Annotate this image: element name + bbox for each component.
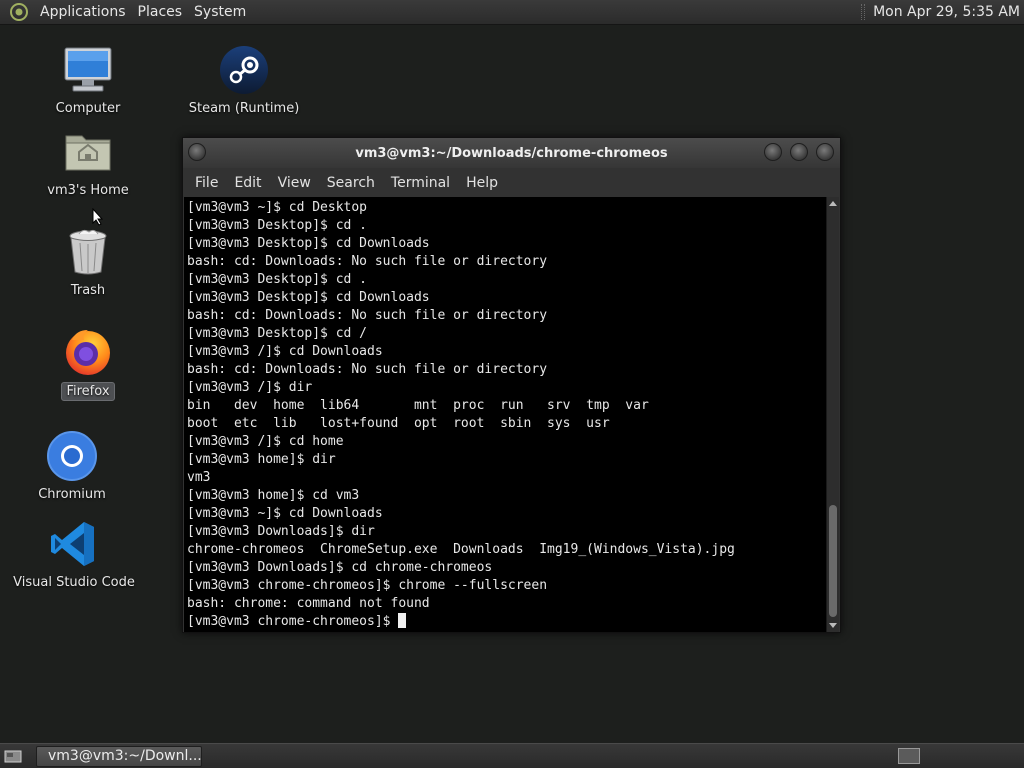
terminal-window[interactable]: vm3@vm3:~/Downloads/chrome-chromeos File… (182, 137, 841, 633)
workspace-switcher[interactable] (898, 748, 920, 764)
terminal-line: bash: cd: Downloads: No such file or dir… (187, 308, 548, 323)
terminal-line: [vm3@vm3 /]$ dir (187, 380, 313, 395)
show-desktop-icon (4, 750, 22, 763)
desktop-icon-computer[interactable]: Computer (28, 44, 148, 117)
terminal-line: bash: chrome: command not found (187, 596, 430, 611)
places-menu[interactable]: Places (132, 0, 189, 25)
maximize-button[interactable] (790, 143, 808, 161)
top-panel: Applications Places System Mon Apr 29, 5… (0, 0, 1024, 25)
terminal-prompt-line: [vm3@vm3 chrome-chromeos]$ (187, 613, 827, 631)
taskbar-terminal-button[interactable]: vm3@vm3:~/Downl... (36, 745, 202, 767)
desktop-icon-label: vm3's Home (47, 183, 129, 198)
terminal-line: boot etc lib lost+found opt root sbin sy… (187, 416, 610, 431)
terminal-line: [vm3@vm3 Desktop]$ cd . (187, 272, 368, 287)
menu-edit[interactable]: Edit (226, 175, 269, 191)
menu-help[interactable]: Help (458, 175, 506, 191)
distro-logo-icon[interactable] (8, 1, 30, 23)
terminal-line: [vm3@vm3 Downloads]$ cd chrome-chromeos (187, 560, 493, 575)
terminal-menubar: File Edit View Search Terminal Help (183, 168, 840, 197)
mouse-pointer-icon (92, 208, 104, 226)
terminal-line: [vm3@vm3 chrome-chromeos]$ chrome --full… (187, 578, 548, 593)
terminal-line: [vm3@vm3 /]$ cd home (187, 434, 344, 449)
terminal-line: [vm3@vm3 Desktop]$ cd . (187, 218, 368, 233)
terminal-line: [vm3@vm3 Desktop]$ cd Downloads (187, 290, 430, 305)
close-button[interactable] (816, 143, 834, 161)
terminal-line: [vm3@vm3 Desktop]$ cd Downloads (187, 236, 430, 251)
window-menu-button[interactable] (188, 143, 206, 161)
bottom-panel: vm3@vm3:~/Downl... (0, 743, 1024, 768)
terminal-line: bash: cd: Downloads: No such file or dir… (187, 254, 548, 269)
desktop-icon-vscode[interactable]: Visual Studio Code (13, 518, 135, 591)
clock[interactable]: Mon Apr 29, 5:35 AM (873, 4, 1024, 20)
scroll-down-arrow-icon[interactable] (829, 623, 837, 628)
home-folder-icon (62, 126, 114, 178)
computer-icon (62, 44, 114, 96)
desktop-icon-label: Trash (70, 283, 106, 298)
terminal-prompt: [vm3@vm3 chrome-chromeos]$ (187, 614, 399, 629)
terminal-title: vm3@vm3:~/Downloads/chrome-chromeos (355, 145, 668, 161)
vscode-icon (48, 518, 100, 570)
show-desktop-button[interactable] (2, 747, 24, 765)
terminal-line: bash: cd: Downloads: No such file or dir… (187, 362, 548, 377)
system-menu[interactable]: System (188, 0, 252, 25)
text-cursor (398, 613, 407, 628)
desktop-icon-home[interactable]: vm3's Home (28, 126, 148, 199)
menu-search[interactable]: Search (319, 175, 383, 191)
menu-file[interactable]: File (187, 175, 226, 191)
terminal-line: [vm3@vm3 ~]$ cd Desktop (187, 200, 368, 215)
trash-icon (62, 226, 114, 278)
terminal-scrollbar[interactable] (826, 197, 839, 632)
terminal-line: bin dev home lib64 mnt proc run srv tmp … (187, 398, 649, 413)
terminal-line: [vm3@vm3 /]$ cd Downloads (187, 344, 383, 359)
desktop-icon-label: Steam (Runtime) (188, 101, 300, 116)
chromium-icon (46, 430, 98, 482)
scroll-up-arrow-icon[interactable] (829, 201, 837, 206)
panel-separator (861, 4, 866, 20)
terminal-line: [vm3@vm3 Downloads]$ dir (187, 524, 375, 539)
desktop-icon-steam[interactable]: Steam (Runtime) (184, 44, 304, 117)
terminal-line: vm3 (187, 470, 211, 485)
terminal-line: [vm3@vm3 ~]$ cd Downloads (187, 506, 383, 521)
terminal-line: [vm3@vm3 Desktop]$ cd / (187, 326, 368, 341)
desktop-icon-trash[interactable]: Trash (28, 226, 148, 299)
minimize-button[interactable] (764, 143, 782, 161)
terminal-line: chrome-chromeos ChromeSetup.exe Download… (187, 542, 735, 557)
steam-icon (218, 44, 270, 96)
desktop-icon-label: Computer (55, 101, 121, 116)
desktop-icon-firefox[interactable]: Firefox (28, 326, 148, 401)
terminal-output[interactable]: [vm3@vm3 ~]$ cd Desktop [vm3@vm3 Desktop… (184, 197, 827, 632)
terminal-line: [vm3@vm3 home]$ cd vm3 (187, 488, 360, 503)
desktop-icon-label: Firefox (61, 382, 115, 401)
desktop-icon-chromium[interactable]: Chromium (12, 430, 132, 503)
terminal-titlebar[interactable]: vm3@vm3:~/Downloads/chrome-chromeos (183, 138, 840, 168)
taskbar-button-label: vm3@vm3:~/Downl... (48, 748, 202, 764)
applications-menu[interactable]: Applications (34, 0, 132, 25)
menu-view[interactable]: View (270, 175, 319, 191)
firefox-icon (62, 326, 114, 378)
desktop-icon-label: Visual Studio Code (13, 575, 135, 590)
terminal-line: [vm3@vm3 home]$ dir (187, 452, 336, 467)
desktop-icon-label: Chromium (38, 487, 106, 502)
menu-terminal[interactable]: Terminal (383, 175, 458, 191)
scrollbar-thumb[interactable] (829, 505, 837, 617)
